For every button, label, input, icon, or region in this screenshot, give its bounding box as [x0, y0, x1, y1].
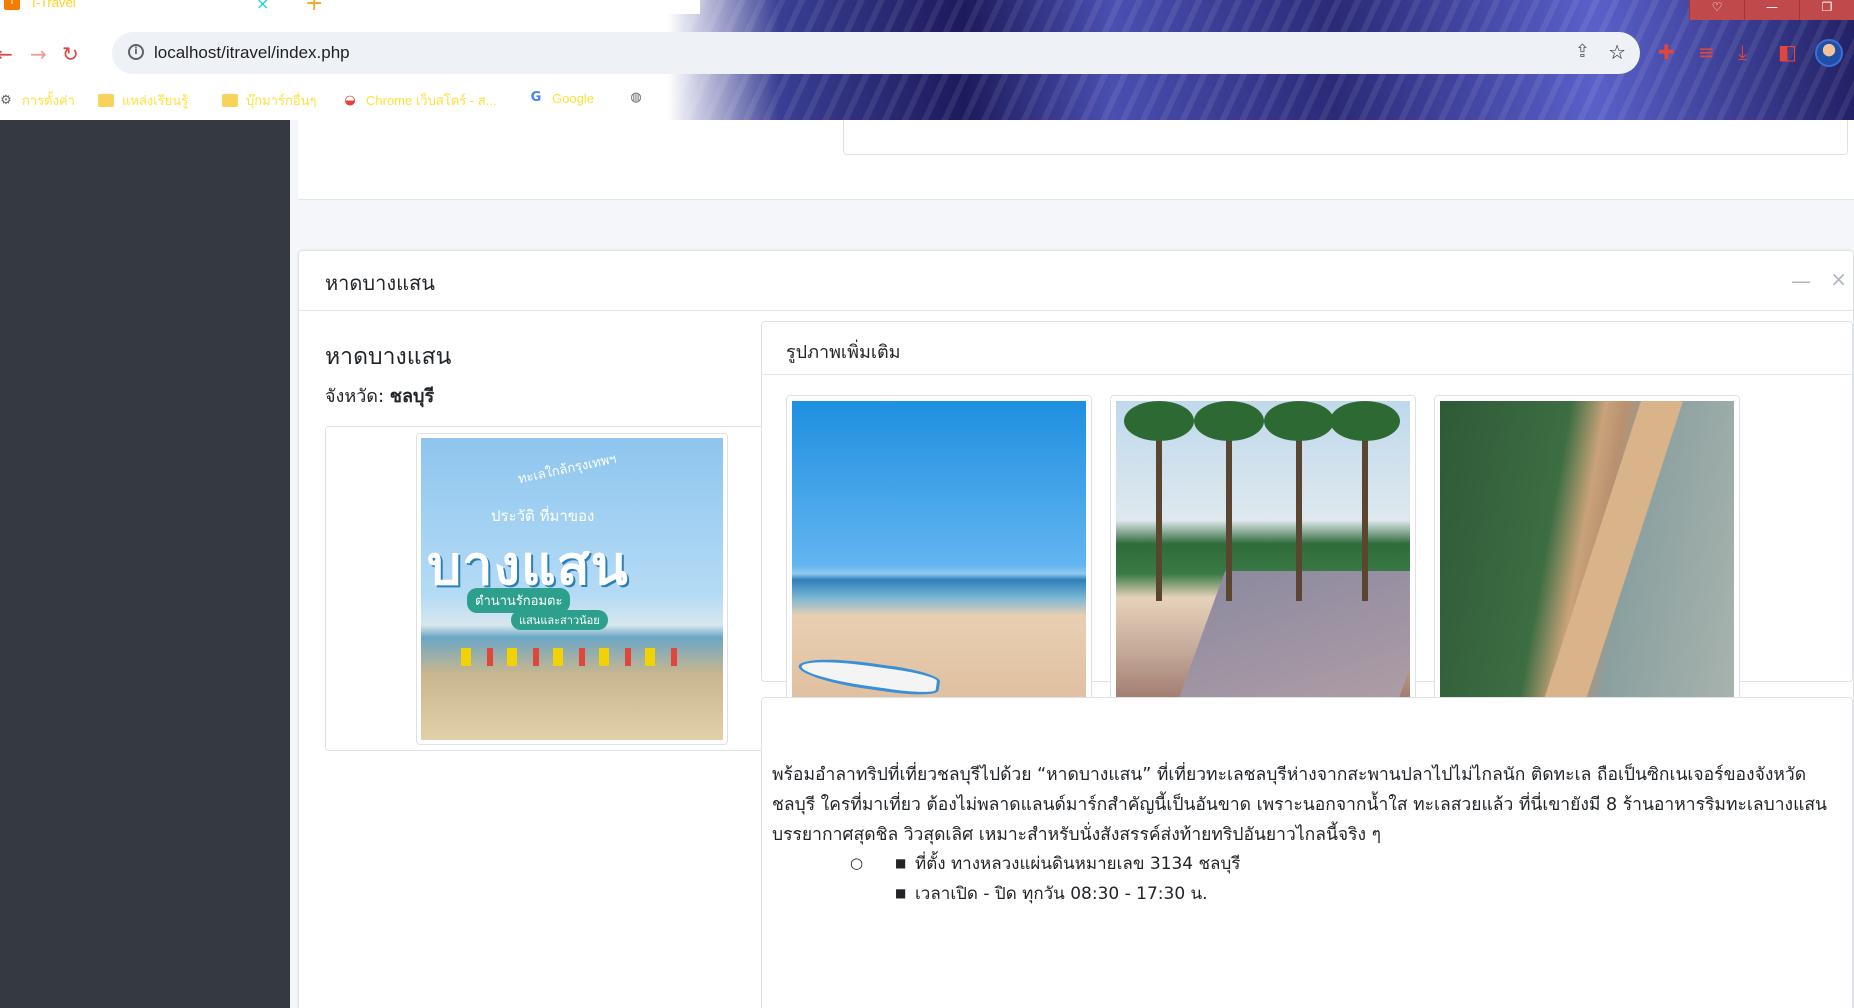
admin-sidebar [0, 120, 290, 1008]
reload-icon[interactable]: ↻ [62, 42, 79, 66]
share-icon[interactable]: ⇪ [1575, 41, 1590, 62]
square-bullet-icon: ■ [895, 886, 907, 900]
info-list: ○ ■ ที่ตั้ง ทางหลวงแผ่นดินหมายเลข 3134 ช… [850, 848, 1240, 908]
gallery-thumbnail-2[interactable] [1110, 395, 1416, 705]
google-icon: G [530, 90, 542, 105]
cover-boats [461, 648, 681, 666]
itravel-favicon-icon: I [4, 0, 20, 10]
list-item: ■ เวลาเปิด - ปิด ทุกวัน 08:30 - 17:30 น. [850, 878, 1240, 908]
card-title: หาดบางแสน [325, 271, 435, 295]
gallery-card: รูปภาพเพิ่มเติม [761, 321, 1853, 705]
palm-fronds [1264, 401, 1334, 441]
gallery-image-aerial [1440, 401, 1734, 699]
previous-inner-card [843, 120, 1848, 155]
gallery-thumbnail-1[interactable] [786, 395, 1092, 705]
gear-icon: ⚙ [0, 92, 12, 108]
paddleboard [796, 653, 942, 699]
province-line: จังหวัด: ชลบุรี [325, 381, 434, 410]
gallery-image-promenade [1116, 401, 1410, 699]
reading-list-icon[interactable]: ≡ [1698, 40, 1715, 64]
side-panel-icon[interactable]: ◧ [1778, 40, 1797, 64]
gallery-title: รูปภาพเพิ่มเติม [786, 342, 901, 363]
close-card-icon[interactable]: × [1830, 267, 1847, 291]
list-item: ○ ■ ที่ตั้ง ทางหลวงแผ่นดินหมายเลข 3134 ช… [850, 848, 1240, 878]
cover-ribbon-sub: แสนและสาวน้อย [511, 610, 608, 630]
gallery-image-beach [792, 401, 1086, 699]
collapse-card-icon[interactable]: — [1791, 269, 1811, 293]
bookmark-label: การตั้งค่า [22, 93, 75, 108]
download-icon[interactable]: ⤓ [1738, 40, 1747, 64]
bookmark-globe[interactable]: ◍ [628, 90, 644, 106]
province-value: ชลบุรี [389, 386, 435, 407]
tab-close-icon[interactable]: × [256, 0, 269, 13]
window-restore-button[interactable]: ❐ [1799, 0, 1854, 20]
globe-icon: ◍ [630, 90, 642, 105]
bookmarks-bar: ⚙ การตั้งค่า แหล่งเรียนรู้ บุ๊กมาร์กอื่น… [0, 84, 1854, 114]
palm-fronds [1330, 401, 1400, 441]
url-text[interactable]: localhost/itravel/index.php [154, 43, 350, 63]
window-minimize-button[interactable]: — [1744, 0, 1799, 20]
place-card: หาดบางแสน — × หาดบางแสน จังหวัด: ชลบุรี … [298, 250, 1854, 1008]
bookmark-learning-folder[interactable]: แหล่งเรียนรู้ [98, 90, 188, 111]
bookmark-chrome-webstore[interactable]: ◒ Chrome เว็บสโตร์ - ส... [342, 90, 497, 111]
tab-itravel[interactable]: I I-Travel × [0, 0, 282, 14]
folder-icon [222, 94, 238, 107]
previous-card-bottom [298, 120, 1854, 200]
profile-avatar[interactable] [1815, 39, 1843, 67]
bookmark-other-folder[interactable]: บุ๊กมาร์กอื่นๆ [222, 90, 317, 111]
browser-chrome: I I-Travel × + ♡ — ❐ ← → ↻ i localhost/i… [0, 0, 1854, 120]
content-area: หาดบางแสน — × หาดบางแสน จังหวัด: ชลบุรี … [290, 120, 1854, 1008]
card-header: หาดบางแสน — × [299, 251, 1853, 311]
bookmark-label: Google [552, 90, 594, 106]
square-bullet-icon: ■ [895, 856, 907, 870]
cover-image: ทะเลใกล้กรุงเทพฯ ประวัติ ที่มาของ บางแสน… [421, 438, 723, 740]
bookmark-label: Chrome เว็บสโตร์ - ส... [366, 93, 497, 108]
palm-fronds [1194, 401, 1264, 441]
gallery-thumbnail-3[interactable] [1434, 395, 1740, 705]
gallery-header: รูปภาพเพิ่มเติม [762, 322, 1852, 375]
province-label: จังหวัด: [325, 386, 390, 407]
description-card: พร้อมอำลาทริปที่เที่ยวชลบุรีไปด้วย “หาดบ… [761, 697, 1853, 1008]
window-favorite-button[interactable]: ♡ [1689, 0, 1744, 20]
opening-hours-text: เวลาเปิด - ปิด ทุกวัน 08:30 - 17:30 น. [915, 883, 1208, 904]
location-text: ที่ตั้ง ทางหลวงแผ่นดินหมายเลข 3134 ชลบุร… [915, 853, 1241, 874]
tab-strip: I I-Travel × + [0, 0, 700, 16]
new-tab-button[interactable]: + [305, 0, 323, 16]
page: หาดบางแสน — × หาดบางแสน จังหวัด: ชลบุรี … [0, 120, 1854, 1008]
promenade-path [1166, 571, 1410, 699]
extensions-puzzle-icon[interactable]: ✚ [1658, 40, 1675, 64]
circle-bullet-icon: ○ [850, 854, 864, 872]
cover-image-card: ทะเลใกล้กรุงเทพฯ ประวัติ ที่มาของ บางแสน… [325, 426, 816, 751]
shoreline [1535, 401, 1685, 699]
bookmark-label: บุ๊กมาร์กอื่นๆ [246, 93, 317, 108]
cover-tagline: ทะเลใกล้กรุงเทพฯ [516, 451, 618, 488]
cover-thumbnail[interactable]: ทะเลใกล้กรุงเทพฯ ประวัติ ที่มาของ บางแสน… [416, 433, 728, 745]
palm-fronds [1124, 401, 1194, 441]
address-bar[interactable]: i localhost/itravel/index.php ⇪ ☆ [112, 32, 1640, 74]
bookmark-star-icon[interactable]: ☆ [1608, 40, 1626, 64]
window-controls: ♡ — ❐ [1689, 0, 1854, 20]
folder-icon [98, 94, 114, 107]
forward-arrow-icon[interactable]: → [30, 42, 47, 66]
chrome-webstore-icon: ◒ [344, 92, 356, 108]
site-info-icon[interactable]: i [128, 44, 144, 60]
back-arrow-icon[interactable]: ← [0, 42, 13, 66]
bookmark-label: แหล่งเรียนรู้ [122, 93, 189, 108]
bookmark-google[interactable]: G Google [528, 90, 594, 106]
bookmark-settings[interactable]: ⚙ การตั้งค่า [0, 90, 75, 111]
description-paragraph: พร้อมอำลาทริปที่เที่ยวชลบุรีไปด้วย “หาดบ… [772, 765, 1827, 845]
tab-title: I-Travel [32, 0, 76, 10]
place-name: หาดบางแสน [325, 344, 452, 370]
